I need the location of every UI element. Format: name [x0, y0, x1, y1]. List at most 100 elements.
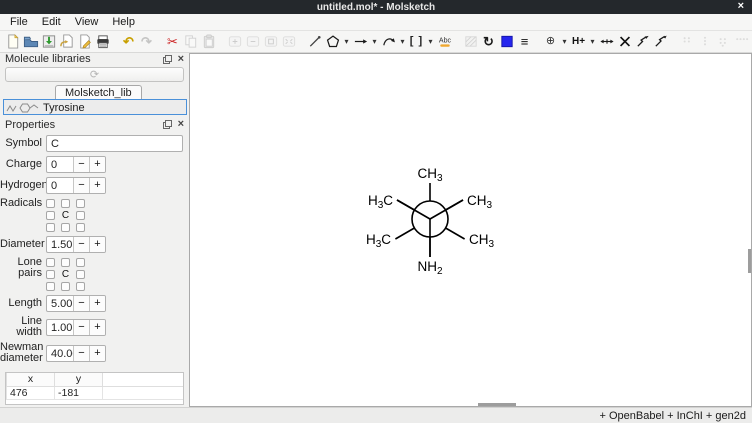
close-panel-icon[interactable]: × — [178, 120, 184, 129]
close-panel-icon[interactable]: × — [178, 55, 184, 64]
bracket-tool-icon[interactable]: [ ] — [408, 33, 425, 51]
zoom-fit-icon[interactable] — [280, 33, 297, 51]
close-window-button[interactable]: × — [738, 0, 744, 14]
menu-file[interactable]: File — [3, 15, 35, 29]
lone-pair-tool-1-icon[interactable] — [678, 33, 695, 51]
pattern-tool-icon[interactable] — [462, 33, 479, 51]
charge-increment-button[interactable]: + — [89, 157, 105, 172]
paste-icon[interactable] — [200, 33, 217, 51]
undo-icon[interactable]: ↶ — [120, 33, 137, 51]
bracket-tool-dropdown[interactable]: ▾ — [426, 37, 435, 46]
menu-view[interactable]: View — [68, 15, 106, 29]
title-bar[interactable]: untitled.mol* - Molsketch × — [0, 0, 752, 14]
charge-decrement-button[interactable]: − — [73, 157, 89, 172]
radicals-checkbox[interactable] — [46, 223, 55, 232]
library-refresh-button[interactable]: ⟳ — [5, 67, 184, 82]
charge-tool-icon[interactable]: ⊕ — [542, 33, 559, 51]
mechanism-arrow-tool-icon[interactable] — [380, 33, 397, 51]
lone-pairs-checkbox[interactable] — [76, 282, 85, 291]
radicals-checkbox[interactable] — [76, 199, 85, 208]
cut-icon[interactable]: ✂ — [164, 33, 181, 51]
lone-pair-tool-2-icon[interactable] — [696, 33, 713, 51]
radicals-checkbox[interactable] — [76, 223, 85, 232]
atom-label-h3c[interactable]: H3​C — [366, 232, 391, 250]
symbol-input[interactable]: C — [46, 135, 183, 152]
hydrogens-decrement-button[interactable]: − — [73, 178, 89, 193]
color-picker-icon[interactable] — [498, 33, 515, 51]
draw-tool-icon[interactable] — [306, 33, 323, 51]
line-width-decrement-button[interactable]: − — [73, 320, 89, 335]
coordinates-table[interactable]: xy476-181 — [6, 373, 183, 400]
newman-diameter-increment-button[interactable]: + — [89, 346, 105, 361]
new-file-icon[interactable] — [4, 33, 21, 51]
redo-icon[interactable]: ↷ — [138, 33, 155, 51]
menu-help[interactable]: Help — [105, 15, 142, 29]
bond[interactable] — [395, 228, 414, 239]
float-panel-icon[interactable] — [163, 55, 172, 64]
radicals-checkbox[interactable] — [61, 199, 70, 208]
drawing-canvas[interactable]: CH3​ H3​C CH3​ H3​C CH3​ NH2​ — [189, 53, 752, 407]
radicals-checkbox[interactable] — [46, 211, 55, 220]
diameter-decrement-button[interactable]: − — [73, 237, 89, 252]
coord-y-cell[interactable]: -181 — [55, 386, 103, 399]
rotate-tool-icon[interactable]: ↻ — [480, 33, 497, 51]
hydrogens-spinbox[interactable]: 0−+ — [46, 177, 106, 194]
charge-tool-dropdown[interactable]: ▾ — [560, 37, 569, 46]
library-item-tyrosine[interactable]: Tyrosine — [4, 100, 186, 115]
length-value[interactable]: 5.00 — [47, 296, 73, 311]
molecule-library-list[interactable]: Tyrosine — [3, 99, 187, 115]
lone-pairs-checkbox[interactable] — [46, 282, 55, 291]
open-file-icon[interactable] — [22, 33, 39, 51]
lone-pairs-checkbox[interactable] — [61, 258, 70, 267]
charge-value[interactable]: 0 — [47, 157, 73, 172]
hydrogens-value[interactable]: 0 — [47, 178, 73, 193]
atom-label-ch3[interactable]: CH3​ — [467, 193, 493, 211]
vertical-scrollbar-thumb[interactable] — [748, 249, 751, 273]
electron-flow-tool-2-icon[interactable] — [652, 33, 669, 51]
mechanism-arrow-tool-dropdown[interactable]: ▾ — [398, 37, 407, 46]
coords-header-y[interactable]: y — [55, 373, 103, 386]
lone-pairs-checkbox[interactable] — [46, 270, 55, 279]
save-file-icon[interactable] — [40, 33, 57, 51]
atom-label-ch3[interactable]: CH3​ — [417, 166, 443, 184]
molecule-newman-projection[interactable]: CH3​ H3​C CH3​ H3​C CH3​ NH2​ — [190, 54, 750, 407]
tab-molsketch-lib[interactable]: Molsketch_lib — [55, 85, 142, 99]
lone-pairs-checkbox[interactable] — [76, 258, 85, 267]
print-icon[interactable] — [94, 33, 111, 51]
lone-pairs-checkbox[interactable] — [46, 258, 55, 267]
horizontal-scrollbar-thumb[interactable] — [478, 403, 516, 406]
float-panel-icon[interactable] — [163, 120, 172, 129]
zoom-in-icon[interactable] — [226, 33, 243, 51]
copy-icon[interactable] — [182, 33, 199, 51]
newman-diameter-decrement-button[interactable]: − — [73, 346, 89, 361]
zoom-out-icon[interactable] — [244, 33, 261, 51]
atom-label-ch3[interactable]: CH3​ — [469, 232, 495, 250]
line-width-increment-button[interactable]: + — [89, 320, 105, 335]
atom-label-nh2[interactable]: NH2​ — [417, 259, 443, 277]
length-spinbox[interactable]: 5.00−+ — [46, 295, 106, 312]
ring-tool-dropdown[interactable]: ▾ — [342, 37, 351, 46]
line-width-spinbox[interactable]: 1.00−+ — [46, 319, 106, 336]
coords-header-x[interactable]: x — [7, 373, 55, 386]
radicals-checkbox[interactable] — [76, 211, 85, 220]
export-icon[interactable] — [76, 33, 93, 51]
zoom-original-icon[interactable] — [262, 33, 279, 51]
atom-label-h3c[interactable]: H3​C — [368, 193, 393, 211]
diameter-value[interactable]: 1.50 — [47, 237, 73, 252]
reaction-arrow-tool-dropdown[interactable]: ▾ — [370, 37, 379, 46]
line-width-value[interactable]: 1.00 — [47, 320, 73, 335]
lone-pair-tool-4-icon[interactable] — [732, 33, 749, 51]
newman-diameter-spinbox[interactable]: 40.00−+ — [46, 345, 106, 362]
length-decrement-button[interactable]: − — [73, 296, 89, 311]
text-tool-icon[interactable]: Abc — [436, 33, 453, 51]
diameter-spinbox[interactable]: 1.50−+ — [46, 236, 106, 253]
lone-pairs-checkbox[interactable] — [61, 282, 70, 291]
hydrogen-tool-icon[interactable]: H+ — [570, 33, 587, 51]
lone-pairs-checkbox[interactable] — [76, 270, 85, 279]
charge-increment-tool-icon[interactable] — [598, 33, 615, 51]
ring-tool-icon[interactable] — [324, 33, 341, 51]
save-as-icon[interactable] — [58, 33, 75, 51]
coord-x-cell[interactable]: 476 — [7, 386, 55, 399]
delete-tool-icon[interactable] — [616, 33, 633, 51]
menu-edit[interactable]: Edit — [35, 15, 68, 29]
